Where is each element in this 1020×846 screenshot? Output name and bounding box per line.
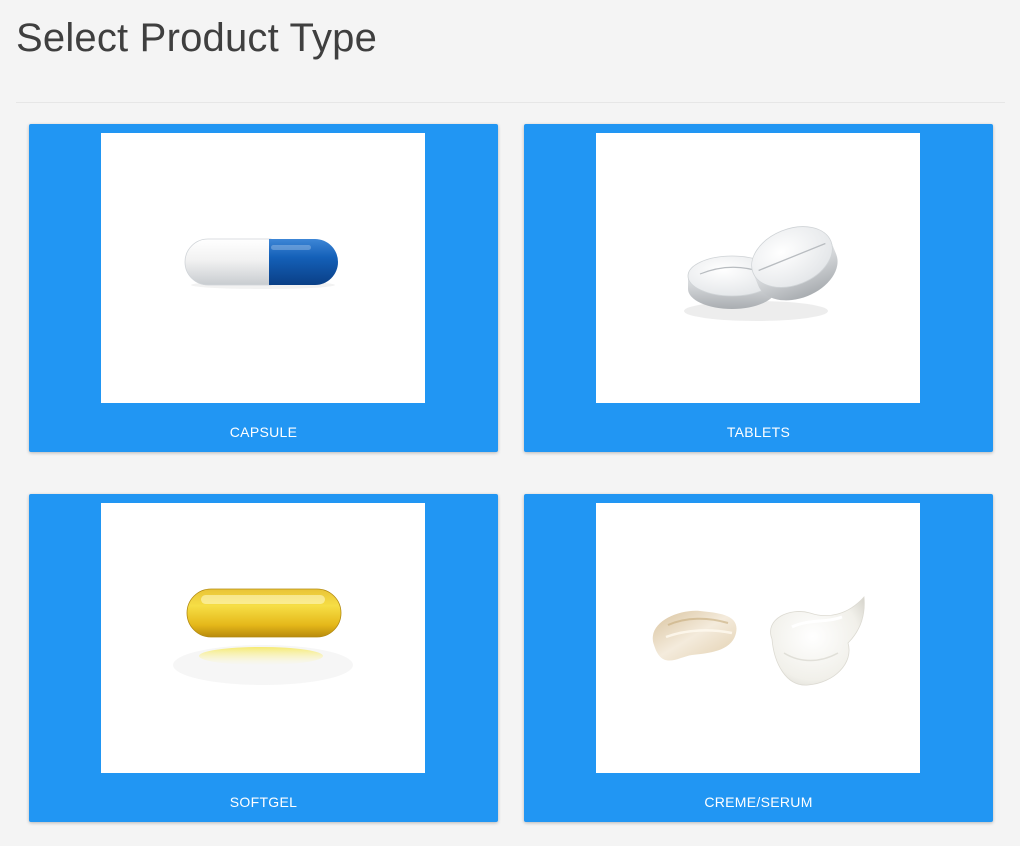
product-image-tablets: [596, 133, 920, 403]
capsule-icon: [184, 238, 338, 289]
product-label-creme-serum: CREME/SERUM: [704, 794, 813, 810]
tablets-icon: [684, 226, 838, 321]
softgel-icon: [173, 588, 353, 685]
product-card-tablets[interactable]: TABLETS: [524, 124, 993, 452]
product-image-creme-serum: [596, 503, 920, 773]
product-image-capsule: [101, 133, 425, 403]
title-divider: [16, 102, 1005, 103]
page-title: Select Product Type: [16, 16, 378, 60]
product-label-tablets: TABLETS: [726, 424, 791, 440]
product-image-softgel: [101, 503, 425, 773]
product-label-softgel: SOFTGEL: [229, 794, 298, 810]
product-card-softgel[interactable]: SOFTGEL: [29, 494, 498, 822]
product-label-capsule: CAPSULE: [229, 424, 298, 440]
creme-serum-icon: [652, 596, 865, 686]
product-card-creme-serum[interactable]: CREME/SERUM: [524, 494, 993, 822]
product-card-capsule[interactable]: CAPSULE: [29, 124, 498, 452]
